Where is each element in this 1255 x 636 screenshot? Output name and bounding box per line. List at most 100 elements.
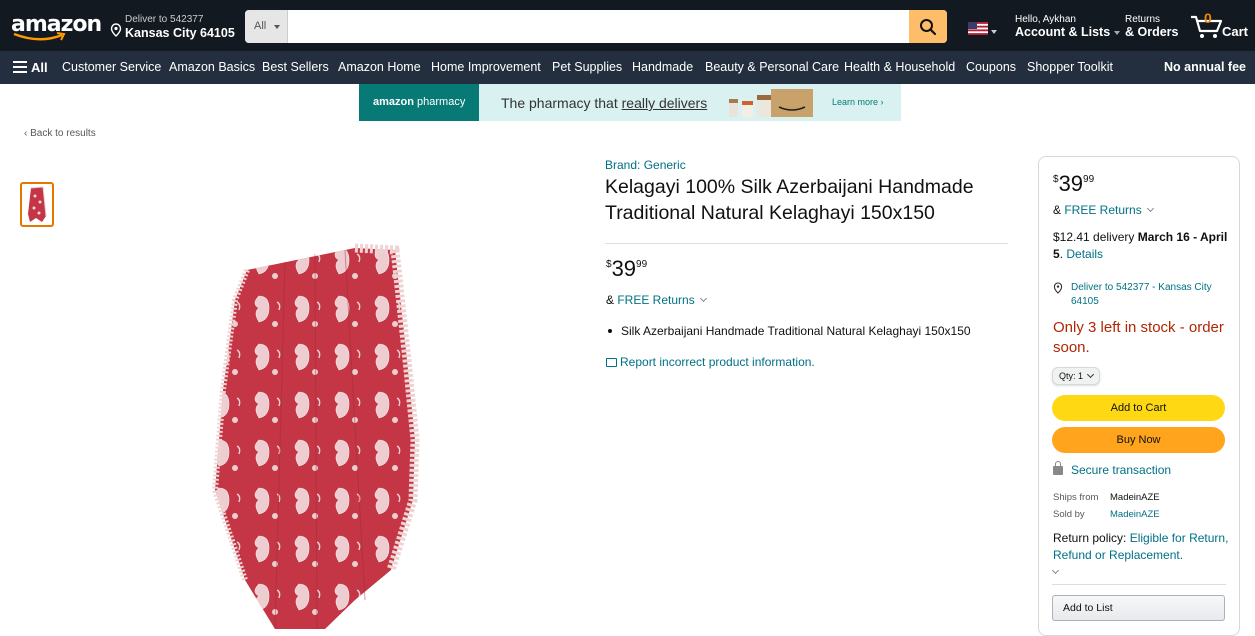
returns-and-orders-link[interactable]: Returns & Orders [1125,14,1179,39]
price-fraction: 99 [1083,174,1095,185]
cart-count-badge: 0 [1204,10,1212,26]
delivery-details-link[interactable]: Details [1066,247,1103,261]
nav-promo-no-annual-fee[interactable]: No annual fee [1164,60,1246,74]
ships-from-label: Ships from [1053,492,1099,503]
returns-line2: & Orders [1125,25,1179,39]
all-menu-label: All [31,60,48,75]
search-category-label: All [254,20,267,32]
report-icon [606,358,617,367]
pharmacy-ad-banner[interactable]: amazon pharmacy The pharmacy that really… [359,84,901,121]
pharmacy-tagline: The pharmacy that really delivers [501,95,707,111]
nav-item-health-household[interactable]: Health & Household [844,60,955,74]
pharmacy-logo-text: amazon [373,96,414,108]
buybox-free-returns: & FREE Returns [1053,203,1154,217]
brand-link[interactable]: Brand: Generic [605,158,686,172]
price-whole: 39 [611,256,637,281]
buybox-price: $3999 [1053,171,1094,197]
search-button[interactable] [909,10,947,43]
scarf-thumbnail-image [28,186,47,222]
ships-from-value: MadeinAZE [1110,492,1160,503]
ships-sold-info: Ships from MadeinAZE Sold by MadeinAZE [1053,489,1160,523]
nav-item-customer-service[interactable]: Customer Service [62,60,161,74]
pharmacy-tagline-underlined: really delivers [621,95,708,111]
divider [1052,584,1226,585]
feature-bullets: Silk Azerbaijani Handmade Traditional Na… [608,324,971,338]
price-fraction: 99 [636,259,648,270]
sold-by-label: Sold by [1053,509,1085,520]
nav-item-beauty-personal-care[interactable]: Beauty & Personal Care [705,60,839,74]
nav-item-home-improvement[interactable]: Home Improvement [431,60,541,74]
report-link-text: Report incorrect product information. [620,355,815,369]
nav-item-handmade[interactable]: Handmade [632,60,693,74]
free-returns-prefix: & [606,293,618,307]
return-policy: Return policy: Eligible for Return, Refu… [1051,530,1233,575]
search-bar: All [245,10,947,43]
buy-now-button[interactable]: Buy Now [1052,427,1225,453]
pharmacy-tagline-prefix: The pharmacy that [501,95,622,111]
all-menu-button[interactable]: All [13,60,48,75]
cart-label: Cart [1222,24,1249,39]
stock-status: Only 3 left in stock - order soon. [1053,319,1224,356]
hamburger-icon [13,61,27,73]
secure-transaction-link[interactable]: Secure transaction [1053,461,1172,477]
product-main-image[interactable] [205,240,425,629]
pharmacy-logo-sub: pharmacy [417,96,466,108]
delivery-info: $12.41 delivery March 16 - April 5. Deta… [1053,229,1233,263]
product-title: Kelagayi 100% Silk Azerbaijani Handmade … [605,176,974,224]
nav-item-amazon-basics[interactable]: Amazon Basics [169,60,255,74]
nav-item-amazon-home[interactable]: Amazon Home [338,60,421,74]
nav-item-coupons[interactable]: Coupons [966,60,1016,74]
account-and-lists-menu[interactable]: Hello, Aykhan Account & Lists [1015,14,1121,39]
language-chevron-icon [991,30,997,34]
account-lists-label: Account & Lists [1015,25,1111,39]
nav-item-best-sellers[interactable]: Best Sellers [262,60,329,74]
cart-link[interactable]: 0 Cart [1190,10,1252,42]
chevron-down-icon[interactable] [1146,204,1154,213]
search-input[interactable] [288,10,909,43]
pharmacy-logo: amazon pharmacy [359,84,479,121]
buy-box: $3999 & FREE Returns $12.41 delivery Mar… [1038,156,1240,636]
deliver-line2: Kansas City 64105 [125,26,235,40]
search-category-dropdown[interactable]: All [245,10,288,43]
product-thumbnail[interactable] [20,182,54,227]
back-to-results-link[interactable]: ‹ Back to results [24,128,96,139]
add-to-cart-button[interactable]: Add to Cart [1052,395,1225,421]
chevron-down-icon[interactable] [699,294,707,303]
free-returns-link[interactable]: FREE Returns [617,293,694,307]
return-policy-label: Return policy: [1053,531,1130,545]
account-greeting: Hello, Aykhan [1015,14,1076,25]
lock-icon [1053,461,1063,475]
location-pin-icon [1053,282,1063,294]
free-returns-link[interactable]: FREE Returns [1064,203,1141,217]
product-price: $3999 [606,256,647,282]
price-whole: 39 [1058,171,1084,196]
feature-bullet: Silk Azerbaijani Handmade Traditional Na… [608,324,971,338]
pharmacy-products-image [729,89,813,117]
quantity-label: Qty: 1 [1059,371,1084,381]
deliver-to-text: Deliver to 542377 - Kansas City 64105 [1071,282,1212,307]
price-symbol: $ [1053,174,1059,185]
deliver-line1: Deliver to 542377 [125,14,204,25]
learn-more-link[interactable]: Learn more › [832,97,884,107]
chevron-down-icon[interactable] [1051,566,1060,575]
nav-item-pet-supplies[interactable]: Pet Supplies [552,60,622,74]
secure-transaction-text: Secure transaction [1071,463,1172,477]
quantity-dropdown[interactable]: Qty: 1 [1052,367,1101,385]
add-to-list-button[interactable]: Add to List [1052,595,1225,621]
price-symbol: $ [606,259,612,270]
delivery-price: $12.41 delivery [1053,230,1138,244]
chevron-down-icon [1086,370,1095,379]
location-pin-icon [110,23,122,37]
seller-link[interactable]: MadeinAZE [1110,509,1160,520]
returns-line1: Returns [1125,14,1161,25]
report-incorrect-info-link[interactable]: Report incorrect product information. [606,355,815,369]
logo-smile-icon [13,32,66,41]
nav-item-shopper-toolkit[interactable]: Shopper Toolkit [1027,60,1113,74]
free-returns: & FREE Returns [606,293,707,307]
search-icon [920,19,937,36]
chevron-down-icon [1114,30,1121,35]
us-flag-icon[interactable] [968,22,988,35]
top-navigation-bar: amazon Deliver to 542377 Kansas City 641… [0,0,1255,51]
deliver-to-link[interactable]: Deliver to 542377 - Kansas City 64105 [1053,281,1233,309]
divider [605,243,1008,244]
